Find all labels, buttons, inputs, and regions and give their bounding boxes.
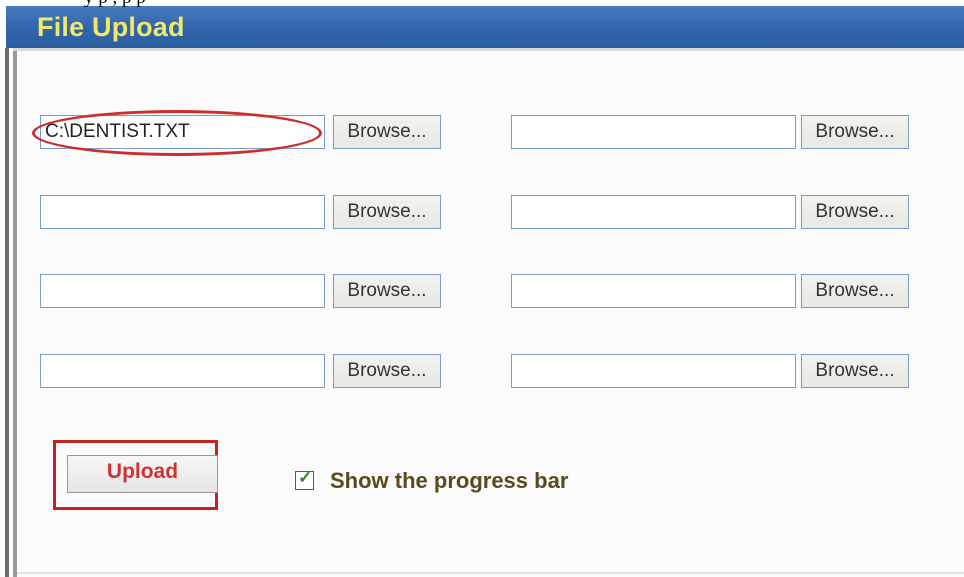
browse-button-3[interactable]: Browse... (333, 274, 441, 308)
file-field-7[interactable] (511, 274, 796, 308)
browse-button-7[interactable]: Browse... (801, 274, 909, 308)
browse-button-6[interactable]: Browse... (801, 195, 909, 229)
browse-button-4[interactable]: Browse... (333, 354, 441, 388)
checkmark-icon: ✓ (298, 468, 313, 487)
clipped-text: y p , p p (84, 0, 146, 9)
top-divider (13, 48, 964, 51)
browse-button-8[interactable]: Browse... (801, 354, 909, 388)
page-title: File Upload (37, 12, 185, 42)
file-field-5[interactable] (511, 115, 796, 149)
file-field-6[interactable] (511, 195, 796, 229)
browse-button-1[interactable]: Browse... (333, 115, 441, 149)
left-border-dark (5, 48, 9, 577)
bottom-divider (17, 572, 964, 574)
file-field-1[interactable] (40, 115, 325, 149)
upload-button[interactable]: Upload (67, 455, 218, 493)
file-field-2[interactable] (40, 195, 325, 229)
file-field-8[interactable] (511, 354, 796, 388)
browse-button-5[interactable]: Browse... (801, 115, 909, 149)
left-border-light (13, 48, 17, 577)
progress-checkbox[interactable]: ✓ (295, 468, 314, 490)
progress-checkbox-label[interactable]: Show the progress bar (330, 468, 568, 494)
file-field-4[interactable] (40, 354, 325, 388)
title-bar: y p , p p File Upload (0, 0, 964, 48)
browse-button-2[interactable]: Browse... (333, 195, 441, 229)
clipped-text-strip: y p , p p (0, 0, 964, 9)
file-field-3[interactable] (40, 274, 325, 308)
